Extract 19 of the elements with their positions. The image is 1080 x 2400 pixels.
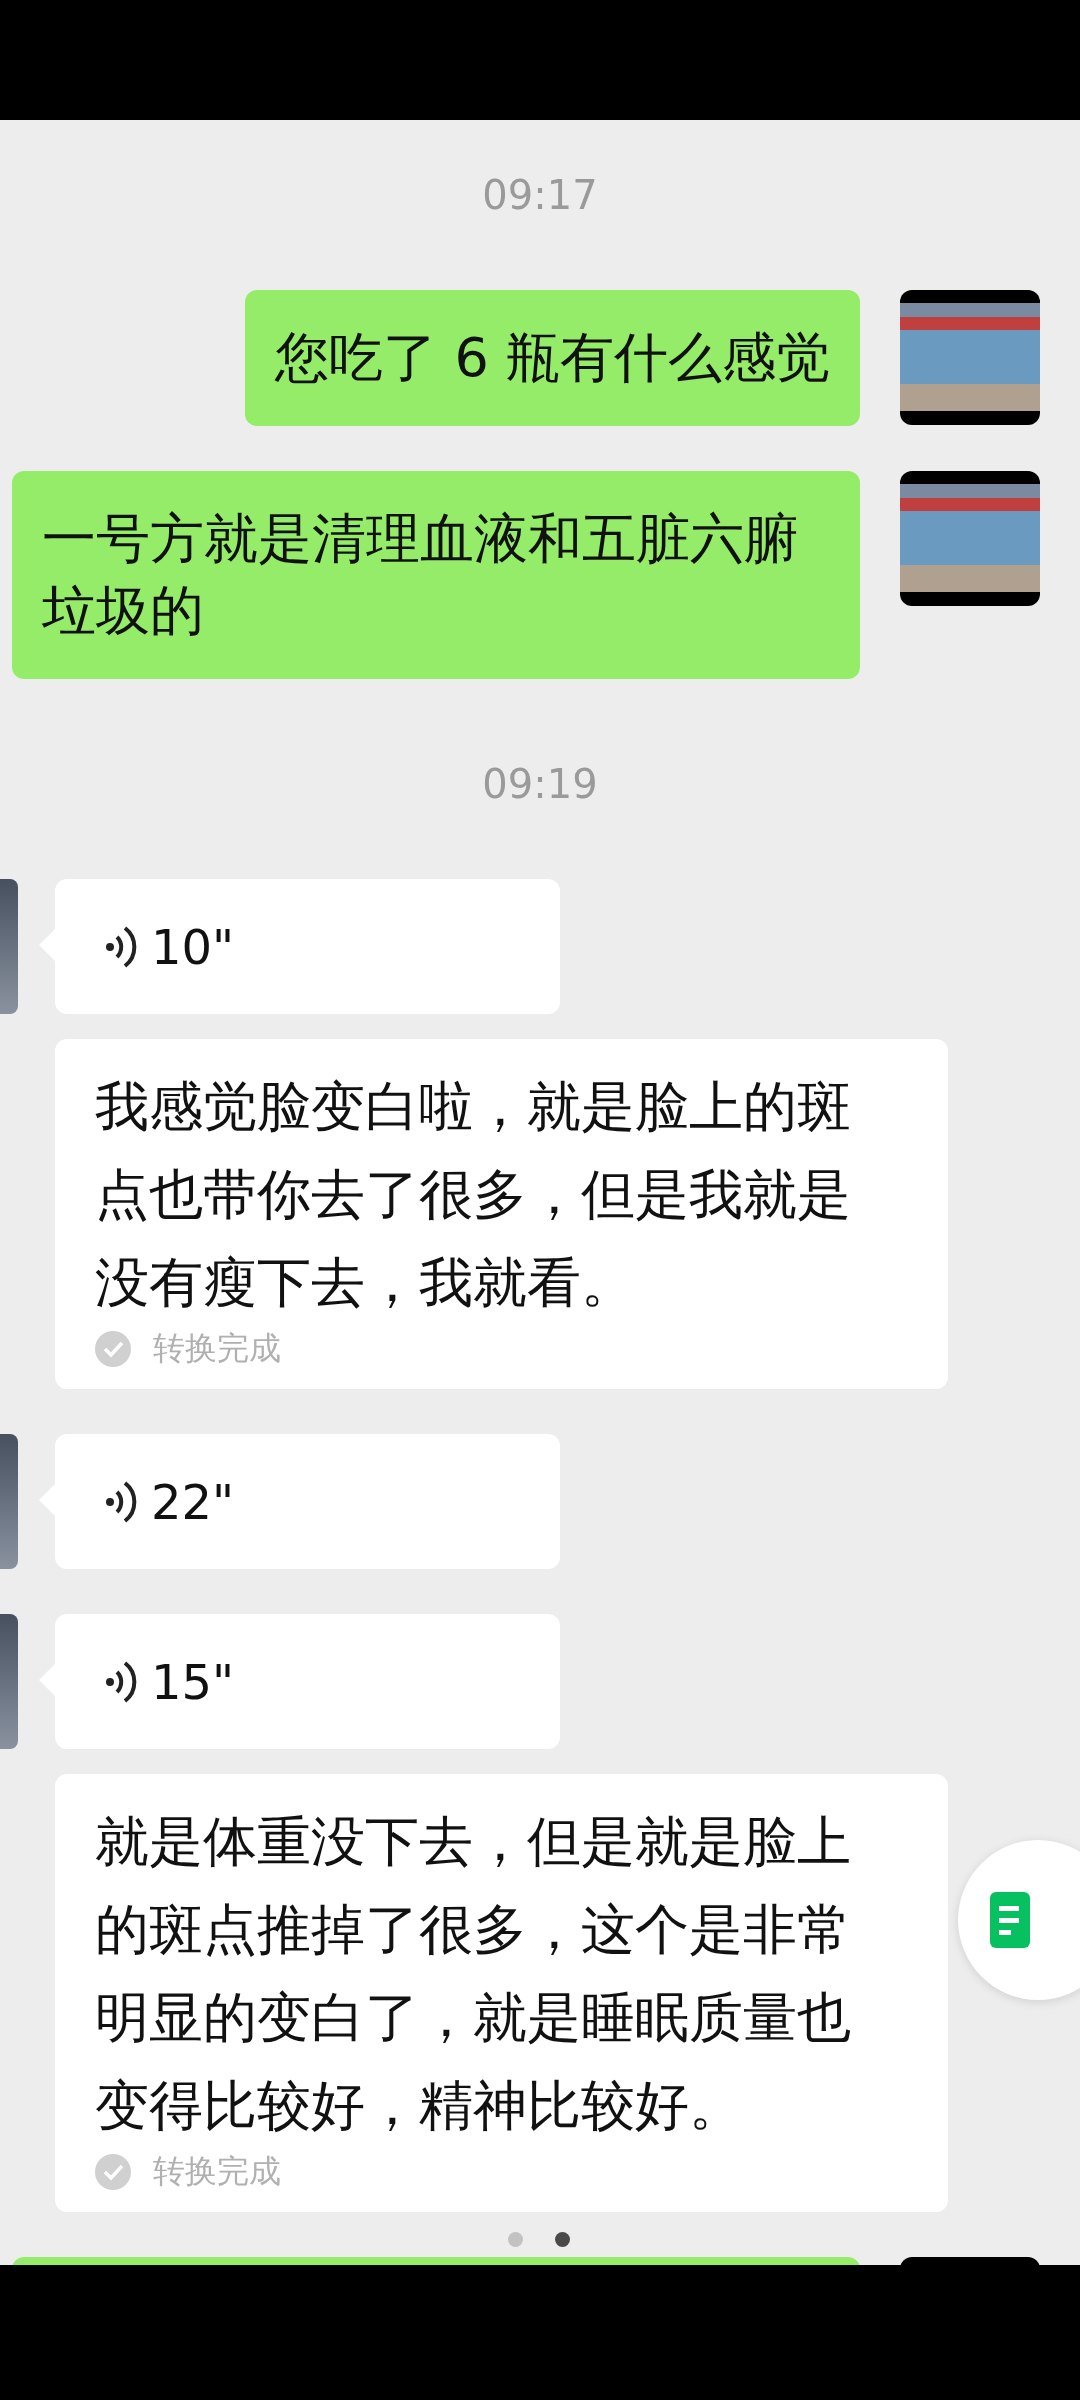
document-icon	[990, 1892, 1030, 1948]
transcript-status: 转换完成	[153, 1328, 281, 1369]
check-circle-icon	[95, 2154, 131, 2190]
transcript-status: 转换完成	[153, 2151, 281, 2192]
avatar-photo-placeholder[interactable]	[900, 471, 1040, 606]
voice-duration: 22"	[151, 1473, 235, 1530]
voice-duration: 15"	[151, 1653, 235, 1710]
voice-wave-icon	[105, 1659, 137, 1704]
avatar-photo-placeholder[interactable]	[900, 290, 1040, 425]
transcript-text: 我感觉脸变白啦，就是脸上的斑点也带你去了很多，但是我就是没有瘦下去，我就看。	[95, 1074, 852, 1316]
voice-duration: 10"	[151, 918, 235, 975]
message-bubble: 一号方就是清理血液和五脏六腑垃圾的	[12, 471, 860, 679]
voice-wave-icon	[105, 924, 137, 969]
check-circle-icon	[95, 1331, 131, 1367]
transcript-text: 就是体重没下去，但是就是脸上的斑点推掉了很多，这个是非常明显的变白了，就是睡眠质量也变得比较好，精神比较好。	[95, 1809, 852, 2139]
timestamp: 09:17	[482, 171, 598, 220]
voice-wave-icon	[105, 1479, 137, 1524]
message-bubble: 您吃了 6 瓶有什么感觉	[245, 290, 860, 426]
timestamp: 09:19	[482, 760, 598, 809]
